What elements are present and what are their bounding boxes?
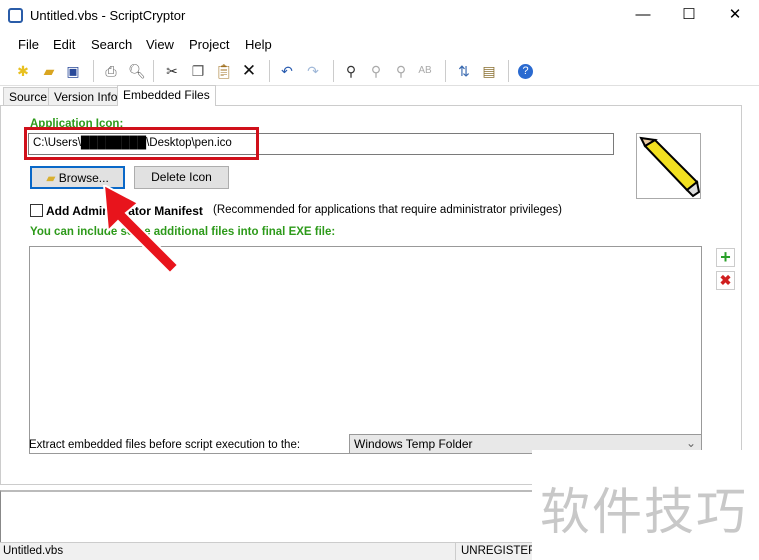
find-icon[interactable]: ⚲	[342, 62, 360, 80]
tab-embedded-files[interactable]: Embedded Files	[117, 85, 216, 106]
remove-file-icon[interactable]: ✖	[716, 271, 735, 290]
delete-icon[interactable]: ✕	[240, 62, 258, 80]
print-preview-icon[interactable]: 🔍︎	[128, 62, 146, 80]
extract-location-label: Extract embedded files before script exe…	[29, 439, 301, 451]
menu-help[interactable]: Help	[245, 37, 272, 52]
folder-icon: ▰	[46, 171, 56, 185]
toolbar-separator	[508, 60, 509, 82]
watermark-text: 软件技巧	[540, 484, 748, 540]
toolbar-separator	[269, 60, 270, 82]
admin-manifest-checkbox[interactable]	[30, 204, 43, 217]
close-button[interactable]: ✕	[712, 0, 758, 32]
cut-icon[interactable]: ✂	[163, 62, 181, 80]
chevron-down-icon: ⌄	[685, 436, 696, 450]
replace-icon[interactable]: AB	[416, 62, 434, 80]
watermark: 软件技巧	[532, 450, 759, 560]
menu-search[interactable]: Search	[91, 37, 132, 52]
embedded-files-list[interactable]	[29, 246, 702, 454]
app-icon	[8, 8, 23, 23]
undo-icon[interactable]: ↶	[278, 62, 296, 80]
status-filename: Untitled.vbs	[3, 545, 64, 557]
icon-preview	[636, 133, 701, 199]
open-folder-icon[interactable]: ▰	[40, 62, 58, 80]
paste-icon[interactable]: 📋︎	[215, 62, 233, 80]
menu-view[interactable]: View	[146, 37, 174, 52]
save-icon[interactable]: ▣	[64, 62, 82, 80]
help-icon[interactable]: ?	[518, 64, 533, 79]
window-title: Untitled.vbs - ScriptCryptor	[30, 8, 186, 23]
toolbar-separator	[333, 60, 334, 82]
minimize-button[interactable]: —	[620, 0, 666, 32]
highlight-box	[24, 127, 259, 160]
add-file-icon[interactable]: +	[716, 248, 735, 267]
browse-label: Browse...	[58, 171, 109, 185]
find-previous-icon[interactable]: ⚲	[392, 62, 410, 80]
copy-icon[interactable]: ❐	[189, 62, 207, 80]
redo-icon[interactable]: ↷	[304, 62, 322, 80]
red-arrow-annotation	[102, 185, 180, 275]
menu-edit[interactable]: Edit	[53, 37, 75, 52]
print-icon[interactable]: ⎙	[102, 62, 120, 80]
admin-manifest-note: (Recommended for applications that requi…	[213, 204, 562, 216]
tab-source[interactable]: Source	[3, 87, 54, 106]
new-file-icon[interactable]: ✱	[14, 62, 32, 80]
build-icon[interactable]: ⇅	[455, 62, 473, 80]
tab-version-info[interactable]: Version Info	[48, 87, 124, 106]
find-next-icon[interactable]: ⚲	[367, 62, 385, 80]
toolbar-separator	[153, 60, 154, 82]
toolbar-separator	[445, 60, 446, 82]
toolbar-separator	[93, 60, 94, 82]
menu-project[interactable]: Project	[189, 37, 229, 52]
extract-location-value: Windows Temp Folder	[354, 437, 473, 451]
menu-file[interactable]: File	[18, 37, 39, 52]
options-icon[interactable]: ▤	[480, 62, 498, 80]
maximize-button[interactable]: ☐	[666, 0, 712, 32]
pen-icon	[639, 136, 701, 198]
